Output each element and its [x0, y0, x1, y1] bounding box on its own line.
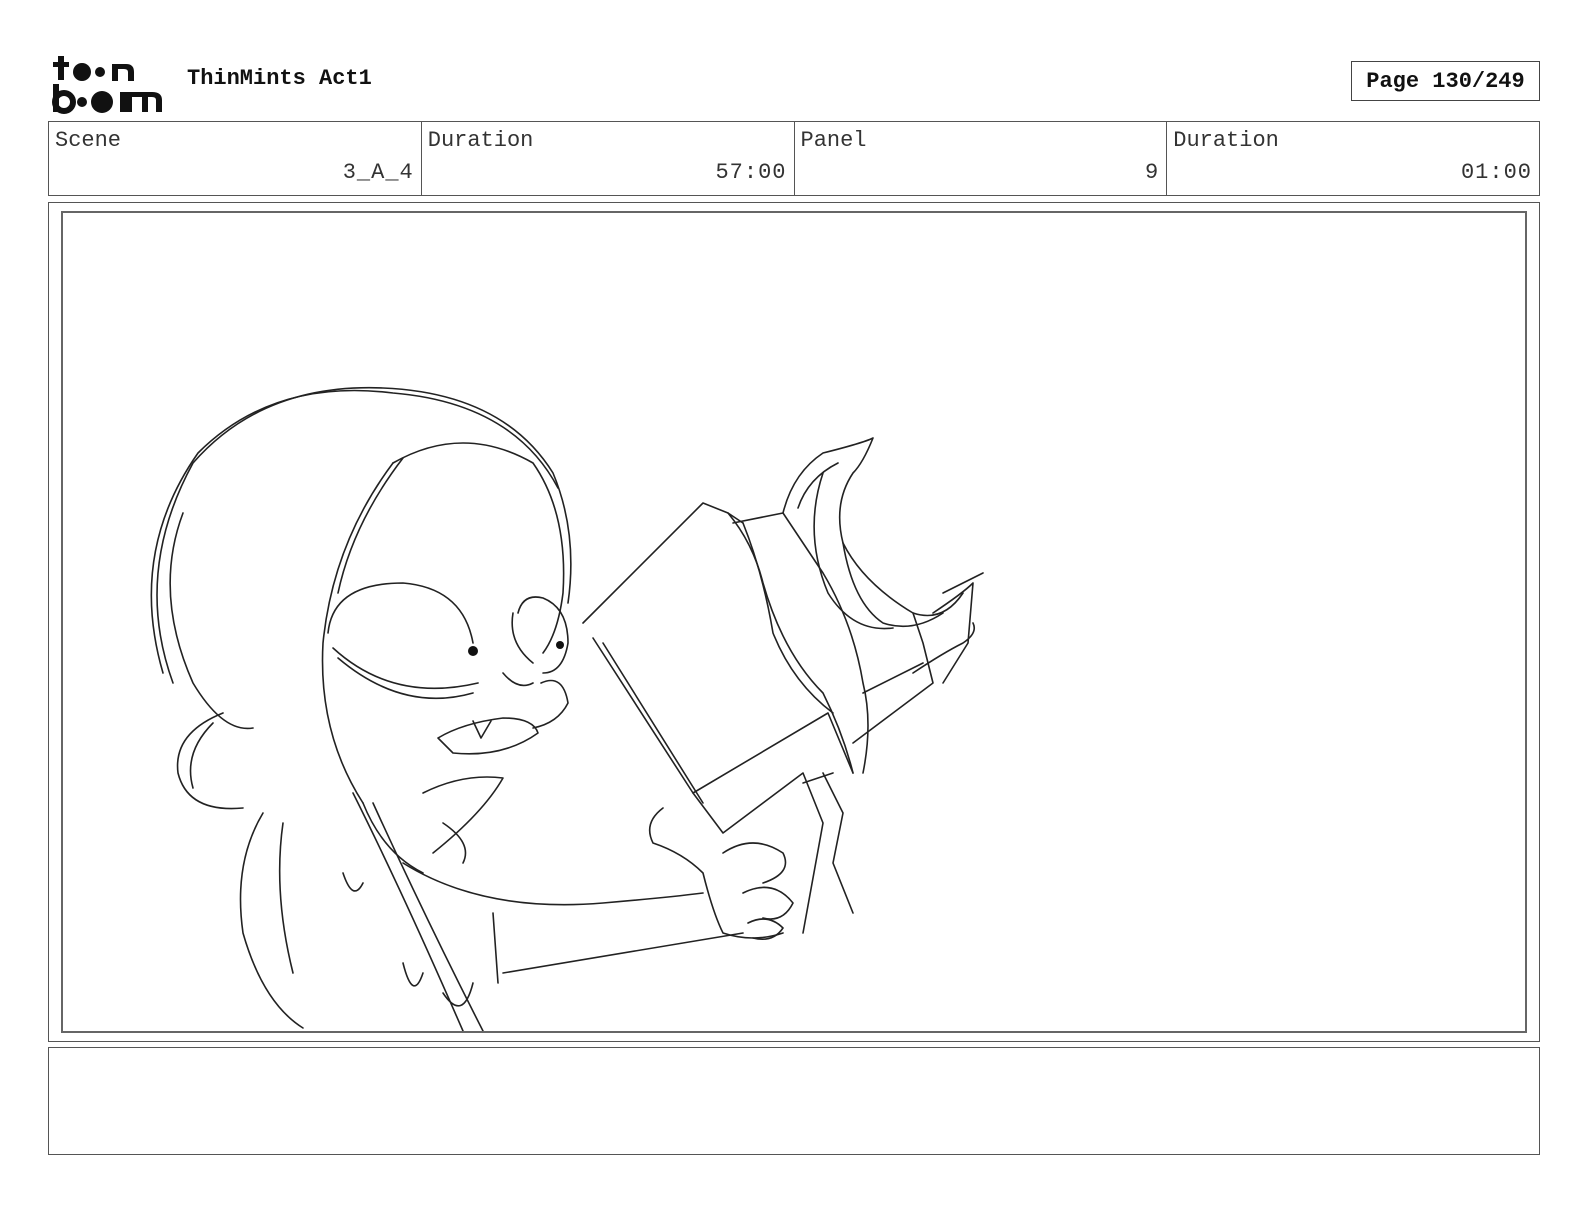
storyboard-panel [48, 202, 1540, 1042]
scene-info-row: Scene 3_A_4 Duration 57:00 Panel 9 Durat… [48, 121, 1540, 196]
scene-duration-value: 57:00 [715, 160, 787, 185]
sketch-drawing [150, 386, 984, 1031]
panel-duration-label: Duration [1173, 128, 1279, 153]
scene-value: 3_A_4 [342, 160, 414, 185]
girl-sketch [150, 386, 984, 1031]
scene-cell: Scene 3_A_4 [49, 122, 422, 195]
panel-notes-box [48, 1047, 1540, 1155]
panel-duration-cell: Duration 01:00 [1167, 122, 1539, 195]
document-title: ThinMints Act1 [187, 66, 372, 91]
scene-label: Scene [55, 128, 122, 153]
toon-boom-logo [50, 50, 166, 114]
page-indicator-text: Page 130/249 [1366, 68, 1525, 94]
panel-duration-value: 01:00 [1460, 160, 1532, 185]
page-indicator: Page 130/249 [1351, 61, 1540, 101]
panel-label: Panel [800, 128, 867, 153]
panel-frame [61, 211, 1527, 1033]
scene-duration-label: Duration [427, 128, 534, 153]
panel-cell: Panel 9 [795, 122, 1168, 195]
scene-duration-cell: Duration 57:00 [422, 122, 795, 195]
panel-value: 9 [1145, 160, 1160, 185]
